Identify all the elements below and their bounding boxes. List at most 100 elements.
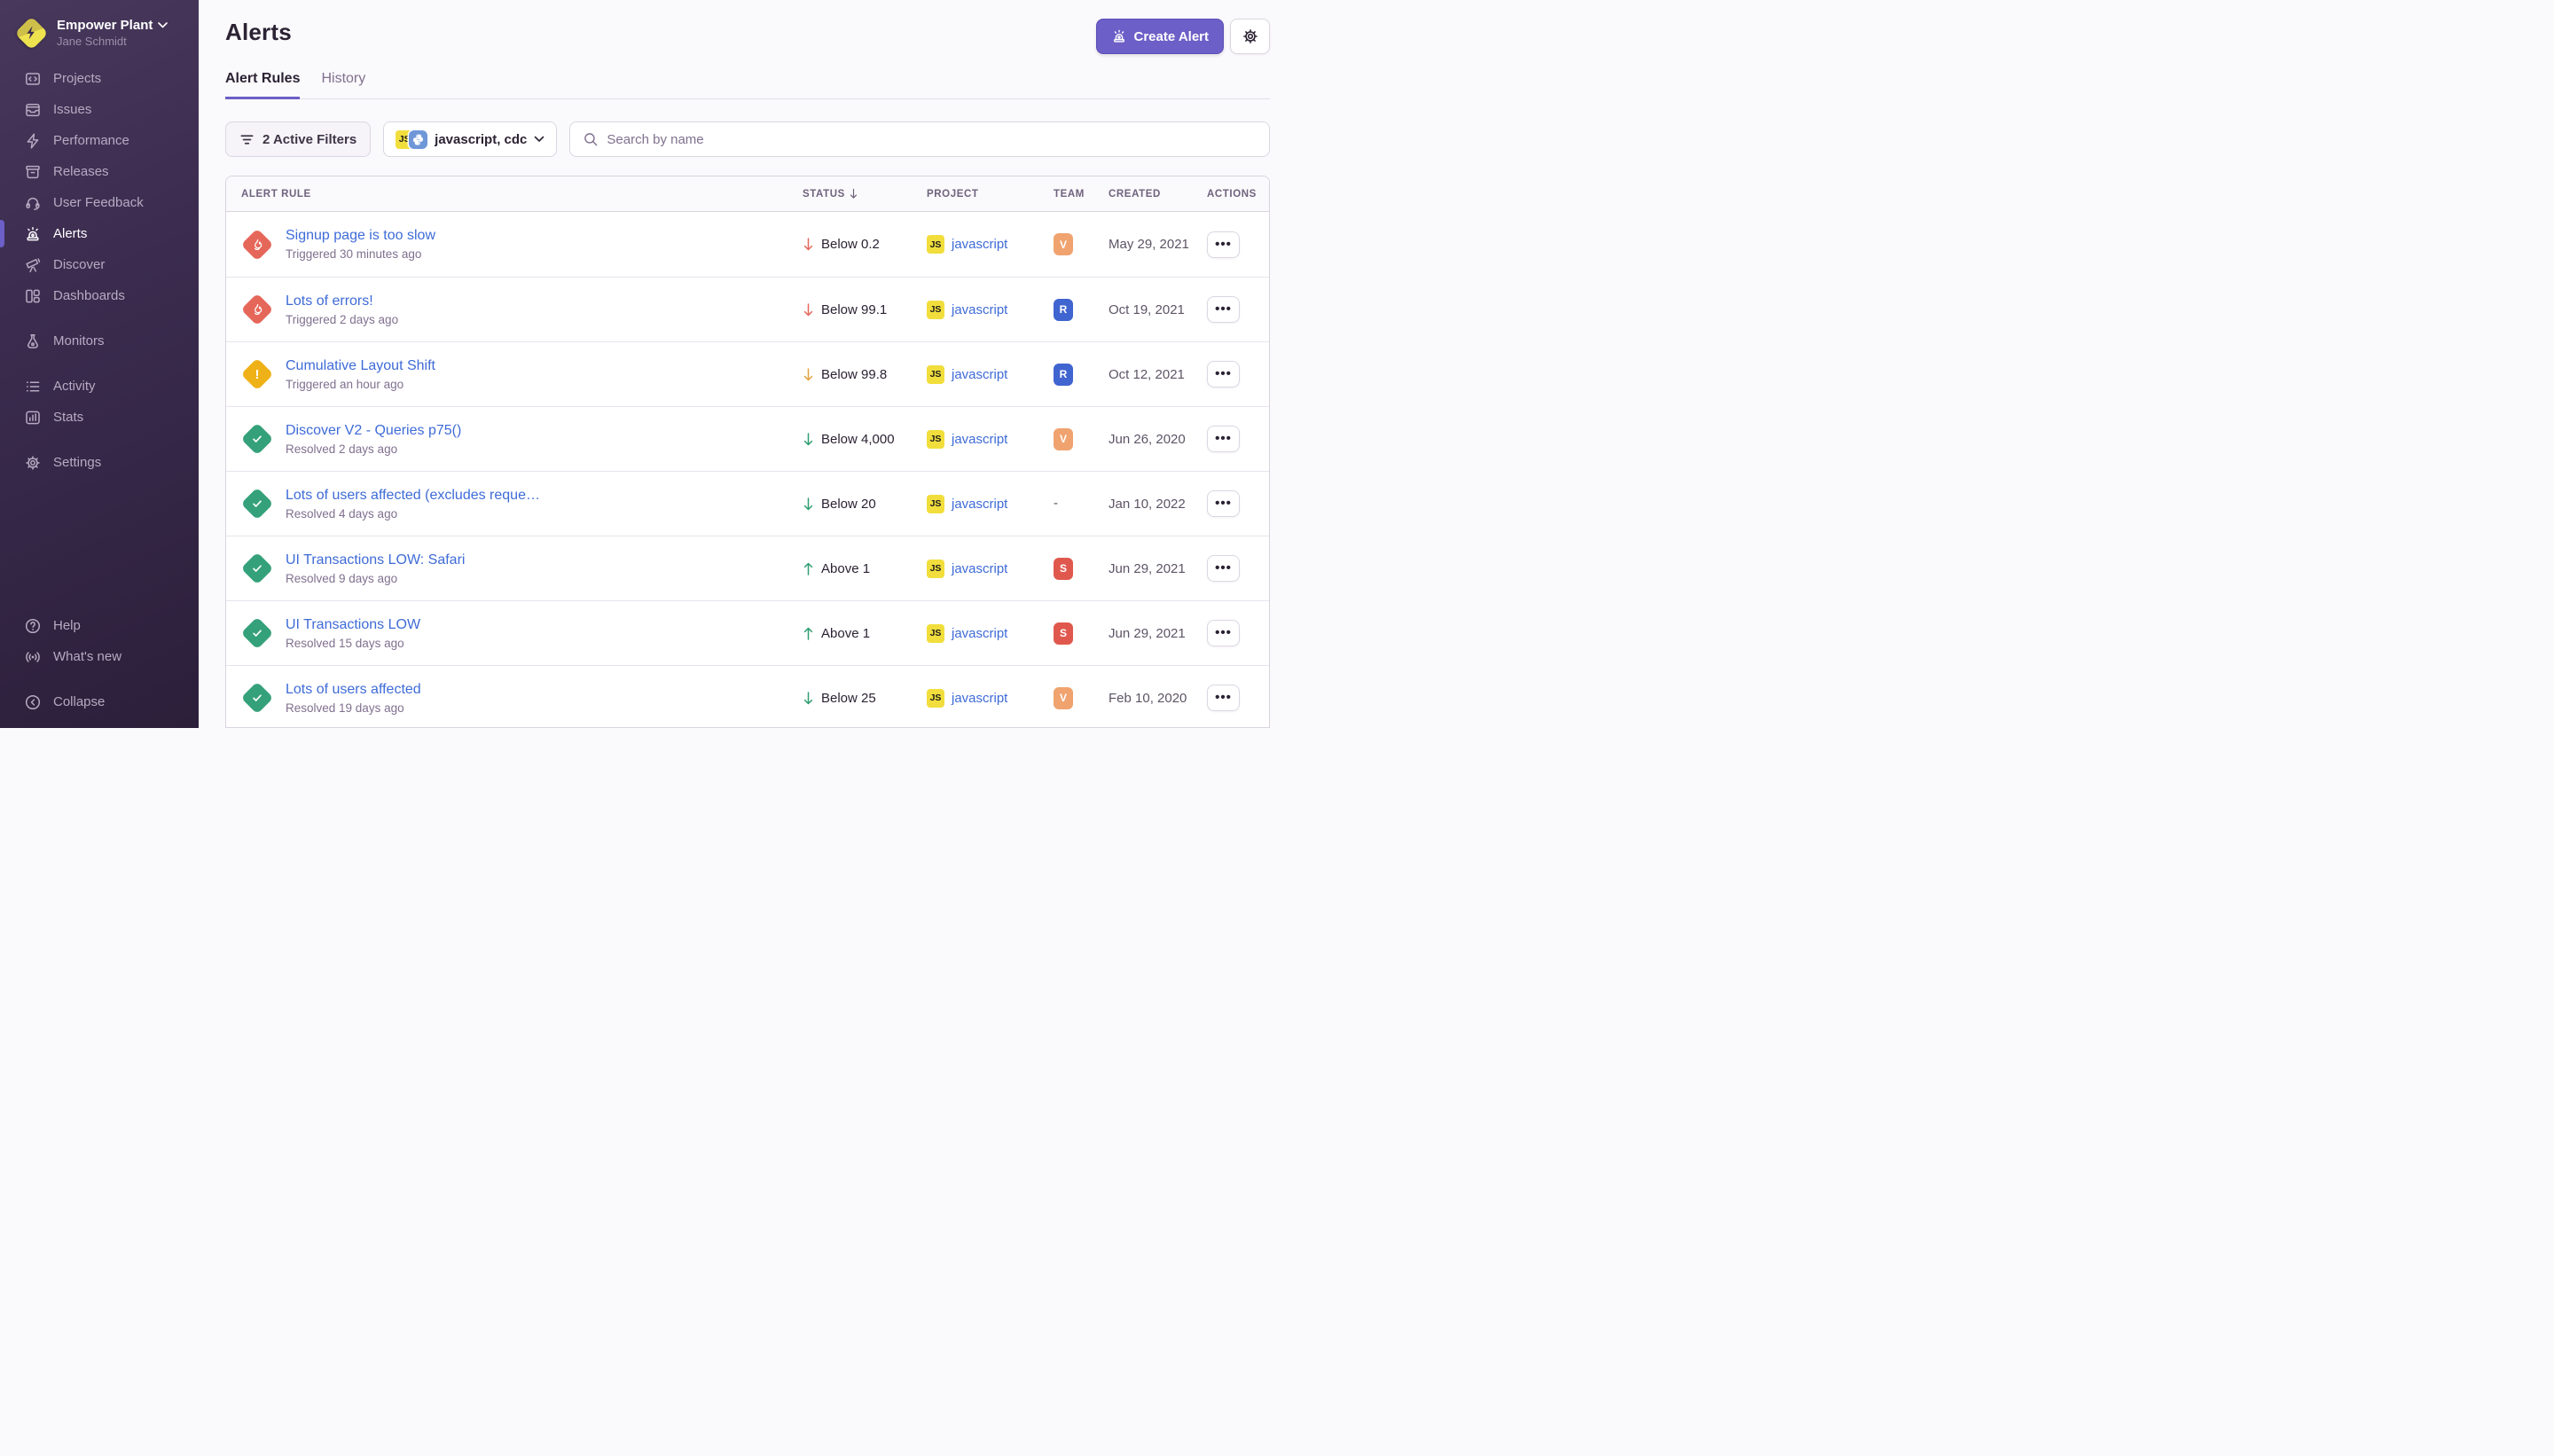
sidebar-item-projects[interactable]: Projects: [0, 63, 199, 94]
javascript-icon: JS: [927, 689, 944, 708]
issues-icon: [24, 101, 42, 119]
status-cell: Below 25: [803, 691, 927, 706]
row-actions-button[interactable]: •••: [1207, 231, 1240, 258]
alert-rule-subtext: Resolved 15 days ago: [286, 637, 420, 650]
sidebar-nav: Projects Issues Performance Releases Use…: [0, 61, 199, 728]
project-cell: JS javascript: [927, 235, 1054, 254]
sidebar-item-discover[interactable]: Discover: [0, 249, 199, 280]
table-row: UI Transactions LOW: Safari Resolved 9 d…: [226, 536, 1269, 600]
alert-rule-subtext: Triggered 2 days ago: [286, 313, 398, 326]
alert-rule-link[interactable]: UI Transactions LOW: [286, 617, 420, 633]
project-cell: JS javascript: [927, 301, 1054, 319]
org-name: Empower Plant: [57, 18, 153, 33]
org-switcher[interactable]: Empower Plant Jane Schmidt: [0, 0, 199, 61]
status-cell: Above 1: [803, 561, 927, 576]
threshold-value: Above 1: [821, 561, 870, 576]
table-row: Lots of users affected Resolved 19 days …: [226, 665, 1269, 728]
project-link[interactable]: javascript: [952, 432, 1007, 447]
team-avatar: S: [1054, 622, 1073, 645]
arrow-down-icon: [803, 432, 814, 447]
sidebar-item-stats[interactable]: Stats: [0, 402, 199, 433]
alert-rule-link[interactable]: Signup page is too slow: [286, 228, 435, 244]
status-cell: Above 1: [803, 626, 927, 641]
project-link[interactable]: javascript: [952, 367, 1007, 382]
row-actions-button[interactable]: •••: [1207, 426, 1240, 452]
status-cell: Below 4,000: [803, 432, 927, 447]
project-link[interactable]: javascript: [952, 237, 1007, 252]
alerts-icon: [24, 225, 42, 243]
threshold-value: Above 1: [821, 626, 870, 641]
threshold-value: Below 99.1: [821, 302, 887, 317]
project-link[interactable]: javascript: [952, 302, 1007, 317]
alert-rules-table: Alert Rule Status Project Team Created A…: [225, 176, 1270, 728]
sidebar: Empower Plant Jane Schmidt Projects Issu…: [0, 0, 199, 728]
column-header-status[interactable]: Status: [803, 188, 927, 200]
sidebar-item-activity[interactable]: Activity: [0, 371, 199, 402]
threshold-value: Below 4,000: [821, 432, 895, 447]
project-link[interactable]: javascript: [952, 561, 1007, 576]
row-actions-button[interactable]: •••: [1207, 620, 1240, 646]
project-link[interactable]: javascript: [952, 691, 1007, 706]
sidebar-item-user-feedback[interactable]: User Feedback: [0, 187, 199, 218]
dashboards-icon: [24, 287, 42, 305]
project-filter-dropdown[interactable]: JS javascript, cdc: [383, 121, 557, 157]
alert-rule-link[interactable]: Lots of users affected (excludes reque…: [286, 488, 540, 504]
sidebar-item-monitors[interactable]: Monitors: [0, 325, 199, 356]
arrow-down-icon: [803, 691, 814, 706]
sidebar-item-dashboards[interactable]: Dashboards: [0, 280, 199, 311]
sidebar-item-alerts[interactable]: Alerts: [0, 218, 199, 249]
alert-rule-link[interactable]: Lots of users affected: [286, 682, 421, 698]
team-cell: -: [1054, 496, 1109, 512]
arrow-up-icon: [803, 626, 814, 641]
sidebar-item-collapse[interactable]: Collapse: [0, 686, 199, 717]
created-date: Jun 29, 2021: [1109, 561, 1207, 576]
sort-down-icon: [849, 188, 858, 200]
javascript-icon: JS: [927, 560, 944, 578]
project-cell: JS javascript: [927, 624, 1054, 643]
team-cell: S: [1054, 558, 1109, 580]
sidebar-item-performance[interactable]: Performance: [0, 125, 199, 156]
project-cell: JS javascript: [927, 365, 1054, 384]
whats-new-icon: [24, 648, 42, 666]
alert-rule-link[interactable]: UI Transactions LOW: Safari: [286, 552, 465, 568]
team-cell: V: [1054, 428, 1109, 450]
tab-history[interactable]: History: [321, 71, 365, 99]
create-alert-button[interactable]: Create Alert: [1096, 19, 1224, 54]
row-actions-button[interactable]: •••: [1207, 555, 1240, 582]
created-date: Jun 26, 2020: [1109, 432, 1207, 447]
project-link[interactable]: javascript: [952, 497, 1007, 512]
stats-icon: [24, 409, 42, 427]
javascript-icon: JS: [927, 365, 944, 384]
javascript-icon: JS: [927, 235, 944, 254]
alert-rule-link[interactable]: Discover V2 - Queries p75(): [286, 423, 461, 439]
sidebar-item-releases[interactable]: Releases: [0, 156, 199, 187]
team-avatar: V: [1054, 428, 1073, 450]
project-link[interactable]: javascript: [952, 626, 1007, 641]
siren-icon: [1111, 28, 1127, 44]
row-actions-button[interactable]: •••: [1207, 685, 1240, 711]
sidebar-item-help[interactable]: Help: [0, 610, 199, 641]
column-header-created: Created: [1109, 189, 1207, 200]
filter-lines-icon: [239, 132, 255, 147]
tab-alert-rules[interactable]: Alert Rules: [225, 71, 300, 99]
search-input[interactable]: [607, 132, 1257, 147]
team-avatar: R: [1054, 364, 1073, 386]
active-filters-button[interactable]: 2 Active Filters: [225, 121, 371, 157]
status-cell: Below 20: [803, 497, 927, 512]
critical-diamond-icon: [240, 228, 273, 261]
row-actions-button[interactable]: •••: [1207, 490, 1240, 517]
sidebar-item-settings[interactable]: Settings: [0, 447, 199, 478]
team-cell: R: [1054, 299, 1109, 321]
sidebar-item-issues[interactable]: Issues: [0, 94, 199, 125]
help-icon: [24, 617, 42, 635]
user-name: Jane Schmidt: [57, 35, 168, 48]
alert-rule-link[interactable]: Lots of errors!: [286, 294, 398, 309]
created-date: Feb 10, 2020: [1109, 691, 1207, 706]
row-actions-button[interactable]: •••: [1207, 296, 1240, 323]
settings-button[interactable]: [1230, 19, 1270, 54]
team-cell: V: [1054, 233, 1109, 255]
sidebar-item-what-s-new[interactable]: What's new: [0, 641, 199, 672]
alert-rule-link[interactable]: Cumulative Layout Shift: [286, 358, 435, 374]
alert-rule-subtext: Triggered 30 minutes ago: [286, 247, 435, 261]
row-actions-button[interactable]: •••: [1207, 361, 1240, 387]
